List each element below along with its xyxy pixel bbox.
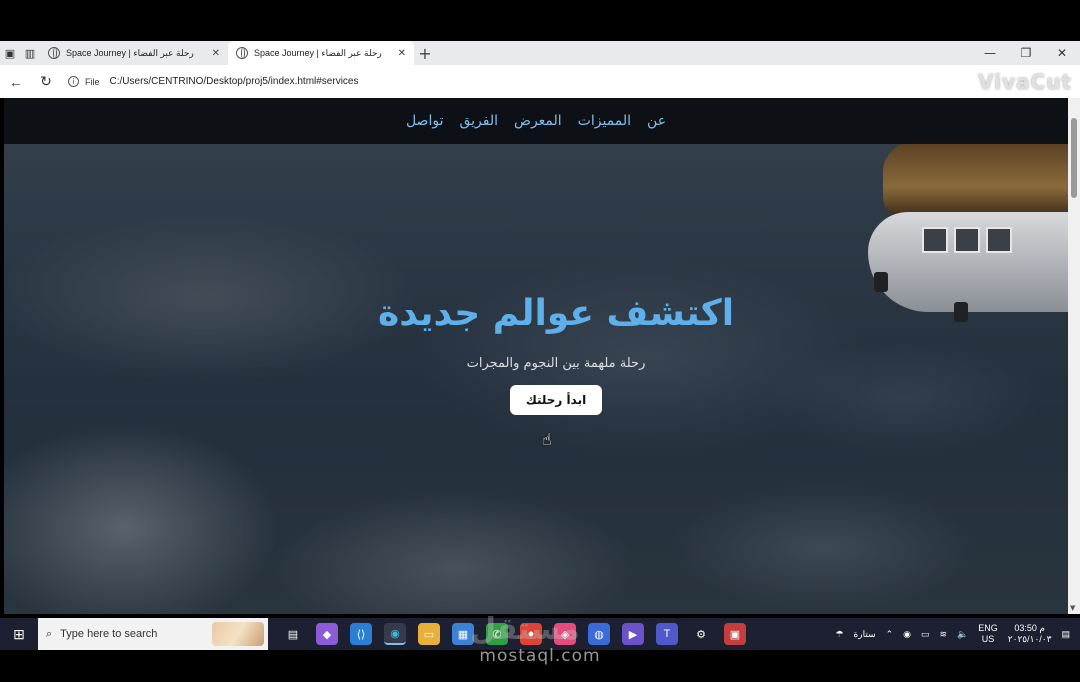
app-blue-icon[interactable]: ◍ [588, 623, 610, 645]
nav-link-gallery[interactable]: المعرض [514, 113, 562, 129]
notifications-icon[interactable]: ▤ [1061, 629, 1070, 640]
window-menu-icon[interactable]: ▣ [0, 43, 20, 63]
tab-title: Space Journey | رحلة عبر الفضاء [254, 47, 382, 58]
address-bar: ← ↻ i File C:/Users/CENTRINO/Desktop/pro… [0, 65, 1080, 98]
app-red-icon[interactable]: ▣ [724, 623, 746, 645]
page-viewport: عن المميزات المعرض الفريق تواصل اكتشف عو… [4, 98, 1068, 614]
settings-gear-icon[interactable]: ⚙ [690, 623, 712, 645]
tab-actions-icon[interactable]: ▥ [20, 43, 40, 63]
search-highlight-image [212, 622, 264, 646]
close-tab-icon[interactable]: ✕ [398, 48, 406, 59]
system-tray: ☂ ستارة ⌃ ◉ ▭ ≋ 🔈 ENG US 03:50 م ٢٠٢٥/١٠… [835, 623, 1080, 645]
tab-title: Space Journey | رحلة عبر الفضاء [66, 47, 194, 58]
nav-link-features[interactable]: المميزات [578, 113, 631, 129]
watermark-text: mostaql.com [479, 646, 601, 666]
page-scrollbar[interactable]: ▼ [1068, 98, 1080, 614]
minimize-icon[interactable]: — [972, 46, 1008, 60]
file-label: File [85, 76, 100, 87]
reload-icon[interactable]: ↻ [38, 73, 54, 90]
close-tab-icon[interactable]: ✕ [212, 48, 220, 59]
vscode-icon[interactable]: ⟨⟩ [350, 623, 372, 645]
media-player-icon[interactable]: ▶ [622, 623, 644, 645]
language-indicator[interactable]: ENG US [978, 623, 998, 645]
restore-icon[interactable]: ❐ [1008, 46, 1044, 60]
scroll-thumb[interactable] [1071, 118, 1077, 198]
window-controls: — ❐ ✕ [972, 46, 1080, 60]
globe-icon [236, 47, 248, 59]
search-placeholder: Type here to search [60, 628, 158, 640]
wifi-icon[interactable]: ≋ [940, 629, 948, 640]
tray-app-icon[interactable]: ◉ [903, 629, 911, 640]
url-field[interactable]: C:/Users/CENTRINO/Desktop/proj5/index.ht… [110, 76, 359, 87]
hero-content: اكتشف عوالم جديدة رحلة ملهمة بين النجوم … [4, 293, 1068, 415]
globe-icon [48, 47, 60, 59]
screen-frame: ▣ ▥ Space Journey | رحلة عبر الفضاء ✕ Sp… [0, 0, 1080, 682]
clock[interactable]: 03:50 م ٢٠٢٥/١٠/٠٣ [1008, 623, 1052, 645]
nav-link-team[interactable]: الفريق [459, 113, 498, 129]
scroll-down-icon[interactable]: ▼ [1070, 604, 1075, 612]
hero-subtitle: رحلة ملهمة بين النجوم والمجرات [466, 356, 646, 371]
tab-inactive[interactable]: Space Journey | رحلة عبر الفضاء ✕ [40, 41, 228, 65]
back-icon[interactable]: ← [8, 74, 24, 90]
watermark-logo-arabic: مستقل [470, 612, 580, 647]
battery-icon[interactable]: ▭ [921, 629, 930, 640]
edge-icon[interactable]: ◉ [384, 623, 406, 645]
address-bar-actions: VivaCut [978, 70, 1080, 94]
nav-link-about[interactable]: عن [647, 113, 666, 129]
browser-tab-bar: ▣ ▥ Space Journey | رحلة عبر الفضاء ✕ Sp… [0, 41, 1080, 65]
tab-active[interactable]: Space Journey | رحلة عبر الفضاء ✕ [228, 41, 414, 65]
hand-cursor-icon: ☝ [542, 430, 552, 449]
vivacut-logo: VivaCut [978, 69, 1072, 94]
weather-label: ستارة [853, 628, 876, 639]
weather-icon: ☂ [835, 628, 844, 639]
tray-expand-icon[interactable]: ⌃ [886, 629, 894, 640]
task-view-icon[interactable]: ▤ [282, 623, 304, 645]
file-explorer-icon[interactable]: ▭ [418, 623, 440, 645]
hero-title: اكتشف عوالم جديدة [377, 293, 735, 334]
start-journey-button[interactable]: ابدأ رحلتك [509, 385, 603, 415]
teams-icon[interactable]: T [656, 623, 678, 645]
info-icon[interactable]: i [68, 76, 79, 87]
new-tab-button[interactable]: + [414, 44, 436, 63]
search-icon: ⌕ [46, 627, 53, 640]
site-navbar: عن المميزات المعرض الفريق تواصل [4, 98, 1068, 144]
copilot-icon[interactable]: ◆ [316, 623, 338, 645]
volume-icon[interactable]: 🔈 [957, 629, 968, 640]
nav-link-contact[interactable]: تواصل [406, 113, 444, 129]
close-window-icon[interactable]: ✕ [1044, 46, 1080, 60]
